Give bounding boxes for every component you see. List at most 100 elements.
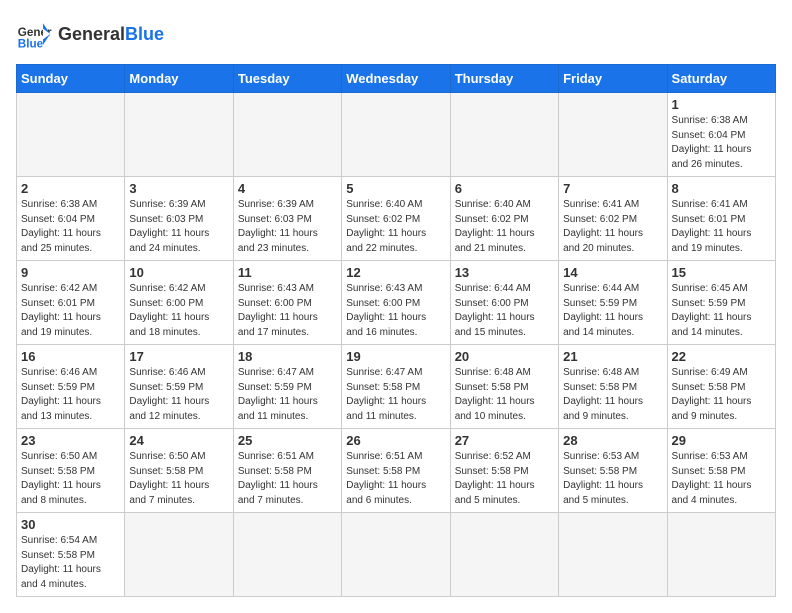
- day-number: 14: [563, 265, 662, 280]
- calendar-cell: [450, 93, 558, 177]
- calendar-cell: 24 Sunrise: 6:50 AM Sunset: 5:58 PM Dayli…: [125, 429, 233, 513]
- day-info: Sunrise: 6:42 AM Sunset: 6:01 PM Dayligh…: [21, 282, 120, 340]
- calendar-cell: [342, 513, 450, 597]
- day-info: Sunrise: 6:40 AM Sunset: 6:02 PM Dayligh…: [346, 198, 445, 256]
- logo: General Blue GeneralBlue: [16, 16, 164, 52]
- day-info: Sunrise: 6:50 AM Sunset: 5:58 PM Dayligh…: [21, 450, 120, 508]
- day-number: 13: [455, 265, 554, 280]
- day-info: Sunrise: 6:48 AM Sunset: 5:58 PM Dayligh…: [455, 366, 554, 424]
- weekday-header-sunday: Sunday: [17, 65, 125, 93]
- day-number: 15: [672, 265, 771, 280]
- day-number: 22: [672, 349, 771, 364]
- calendar-cell: 3 Sunrise: 6:39 AM Sunset: 6:03 PM Daylig…: [125, 177, 233, 261]
- day-info: Sunrise: 6:38 AM Sunset: 6:04 PM Dayligh…: [672, 114, 771, 172]
- day-number: 17: [129, 349, 228, 364]
- calendar-cell: 6Sunrise: 6:40 AM Sunset: 6:02 PM Daylig…: [450, 177, 558, 261]
- calendar-cell: [559, 93, 667, 177]
- calendar-header: SundayMondayTuesdayWednesdayThursdayFrid…: [17, 65, 776, 93]
- day-info: Sunrise: 6:43 AM Sunset: 6:00 PM Dayligh…: [346, 282, 445, 340]
- calendar-cell: 2 Sunrise: 6:38 AM Sunset: 6:04 PM Daylig…: [17, 177, 125, 261]
- calendar-cell: [233, 513, 341, 597]
- weekday-header-thursday: Thursday: [450, 65, 558, 93]
- calendar-cell: 10 Sunrise: 6:42 AM Sunset: 6:00 PM Dayli…: [125, 261, 233, 345]
- calendar-cell: 29 Sunrise: 6:53 AM Sunset: 5:58 PM Dayli…: [667, 429, 775, 513]
- day-info: Sunrise: 6:39 AM Sunset: 6:03 PM Dayligh…: [129, 198, 228, 256]
- day-number: 12: [346, 265, 445, 280]
- calendar-cell: 14 Sunrise: 6:44 AM Sunset: 5:59 PM Dayli…: [559, 261, 667, 345]
- day-number: 8: [672, 181, 771, 196]
- calendar-cell: 25 Sunrise: 6:51 AM Sunset: 5:58 PM Dayli…: [233, 429, 341, 513]
- day-number: 28: [563, 433, 662, 448]
- day-info: Sunrise: 6:46 AM Sunset: 5:59 PM Dayligh…: [129, 366, 228, 424]
- calendar-cell: 7 Sunrise: 6:41 AM Sunset: 6:02 PM Daylig…: [559, 177, 667, 261]
- generalblue-logo-icon: General Blue: [16, 16, 52, 52]
- weekday-header-wednesday: Wednesday: [342, 65, 450, 93]
- day-number: 27: [455, 433, 554, 448]
- calendar-cell: 30 Sunrise: 6:54 AM Sunset: 5:58 PM Dayli…: [17, 513, 125, 597]
- calendar-cell: 23Sunrise: 6:50 AM Sunset: 5:58 PM Dayli…: [17, 429, 125, 513]
- day-info: Sunrise: 6:45 AM Sunset: 5:59 PM Dayligh…: [672, 282, 771, 340]
- day-number: 29: [672, 433, 771, 448]
- day-info: Sunrise: 6:47 AM Sunset: 5:59 PM Dayligh…: [238, 366, 337, 424]
- day-number: 1: [672, 97, 771, 112]
- day-info: Sunrise: 6:53 AM Sunset: 5:58 PM Dayligh…: [563, 450, 662, 508]
- calendar-cell: 11 Sunrise: 6:43 AM Sunset: 6:00 PM Dayli…: [233, 261, 341, 345]
- day-info: Sunrise: 6:43 AM Sunset: 6:00 PM Dayligh…: [238, 282, 337, 340]
- calendar-cell: 8 Sunrise: 6:41 AM Sunset: 6:01 PM Daylig…: [667, 177, 775, 261]
- calendar-cell: 5 Sunrise: 6:40 AM Sunset: 6:02 PM Daylig…: [342, 177, 450, 261]
- calendar-cell: 18Sunrise: 6:47 AM Sunset: 5:59 PM Dayli…: [233, 345, 341, 429]
- day-number: 30: [21, 517, 120, 532]
- day-info: Sunrise: 6:50 AM Sunset: 5:58 PM Dayligh…: [129, 450, 228, 508]
- day-info: Sunrise: 6:41 AM Sunset: 6:01 PM Dayligh…: [672, 198, 771, 256]
- calendar-cell: 13 Sunrise: 6:44 AM Sunset: 6:00 PM Dayli…: [450, 261, 558, 345]
- calendar-cell: [450, 513, 558, 597]
- day-info: Sunrise: 6:44 AM Sunset: 5:59 PM Dayligh…: [563, 282, 662, 340]
- day-info: Sunrise: 6:40 AM Sunset: 6:02 PM Dayligh…: [455, 198, 554, 256]
- svg-text:Blue: Blue: [18, 38, 44, 51]
- day-info: Sunrise: 6:49 AM Sunset: 5:58 PM Dayligh…: [672, 366, 771, 424]
- calendar-cell: 28 Sunrise: 6:53 AM Sunset: 5:58 PM Dayli…: [559, 429, 667, 513]
- day-number: 11: [238, 265, 337, 280]
- day-info: Sunrise: 6:54 AM Sunset: 5:58 PM Dayligh…: [21, 534, 120, 592]
- day-number: 19: [346, 349, 445, 364]
- calendar-cell: 22 Sunrise: 6:49 AM Sunset: 5:58 PM Dayli…: [667, 345, 775, 429]
- day-number: 10: [129, 265, 228, 280]
- calendar-cell: [125, 513, 233, 597]
- day-number: 25: [238, 433, 337, 448]
- weekday-header-friday: Friday: [559, 65, 667, 93]
- day-info: Sunrise: 6:53 AM Sunset: 5:58 PM Dayligh…: [672, 450, 771, 508]
- day-number: 21: [563, 349, 662, 364]
- calendar-cell: 26Sunrise: 6:51 AM Sunset: 5:58 PM Dayli…: [342, 429, 450, 513]
- day-number: 3: [129, 181, 228, 196]
- day-info: Sunrise: 6:46 AM Sunset: 5:59 PM Dayligh…: [21, 366, 120, 424]
- calendar-cell: 20 Sunrise: 6:48 AM Sunset: 5:58 PM Dayli…: [450, 345, 558, 429]
- day-number: 7: [563, 181, 662, 196]
- day-info: Sunrise: 6:44 AM Sunset: 6:00 PM Dayligh…: [455, 282, 554, 340]
- calendar-cell: 4Sunrise: 6:39 AM Sunset: 6:03 PM Daylig…: [233, 177, 341, 261]
- calendar-cell: 17 Sunrise: 6:46 AM Sunset: 5:59 PM Dayli…: [125, 345, 233, 429]
- day-info: Sunrise: 6:51 AM Sunset: 5:58 PM Dayligh…: [346, 450, 445, 508]
- day-number: 16: [21, 349, 120, 364]
- day-number: 24: [129, 433, 228, 448]
- day-number: 5: [346, 181, 445, 196]
- logo-blue-text: Blue: [125, 24, 164, 44]
- calendar-cell: 15 Sunrise: 6:45 AM Sunset: 5:59 PM Dayli…: [667, 261, 775, 345]
- calendar-cell: 27 Sunrise: 6:52 AM Sunset: 5:58 PM Dayli…: [450, 429, 558, 513]
- logo-general-text: General: [58, 24, 125, 44]
- day-info: Sunrise: 6:39 AM Sunset: 6:03 PM Dayligh…: [238, 198, 337, 256]
- calendar-cell: [233, 93, 341, 177]
- day-info: Sunrise: 6:38 AM Sunset: 6:04 PM Dayligh…: [21, 198, 120, 256]
- day-info: Sunrise: 6:42 AM Sunset: 6:00 PM Dayligh…: [129, 282, 228, 340]
- day-info: Sunrise: 6:51 AM Sunset: 5:58 PM Dayligh…: [238, 450, 337, 508]
- day-number: 2: [21, 181, 120, 196]
- day-info: Sunrise: 6:41 AM Sunset: 6:02 PM Dayligh…: [563, 198, 662, 256]
- day-info: Sunrise: 6:52 AM Sunset: 5:58 PM Dayligh…: [455, 450, 554, 508]
- day-number: 20: [455, 349, 554, 364]
- page-header: General Blue GeneralBlue: [16, 16, 776, 52]
- calendar-cell: 21 Sunrise: 6:48 AM Sunset: 5:58 PM Dayli…: [559, 345, 667, 429]
- weekday-header-tuesday: Tuesday: [233, 65, 341, 93]
- day-info: Sunrise: 6:48 AM Sunset: 5:58 PM Dayligh…: [563, 366, 662, 424]
- weekday-header-saturday: Saturday: [667, 65, 775, 93]
- calendar-cell: 1 Sunrise: 6:38 AM Sunset: 6:04 PM Daylig…: [667, 93, 775, 177]
- calendar-cell: [17, 93, 125, 177]
